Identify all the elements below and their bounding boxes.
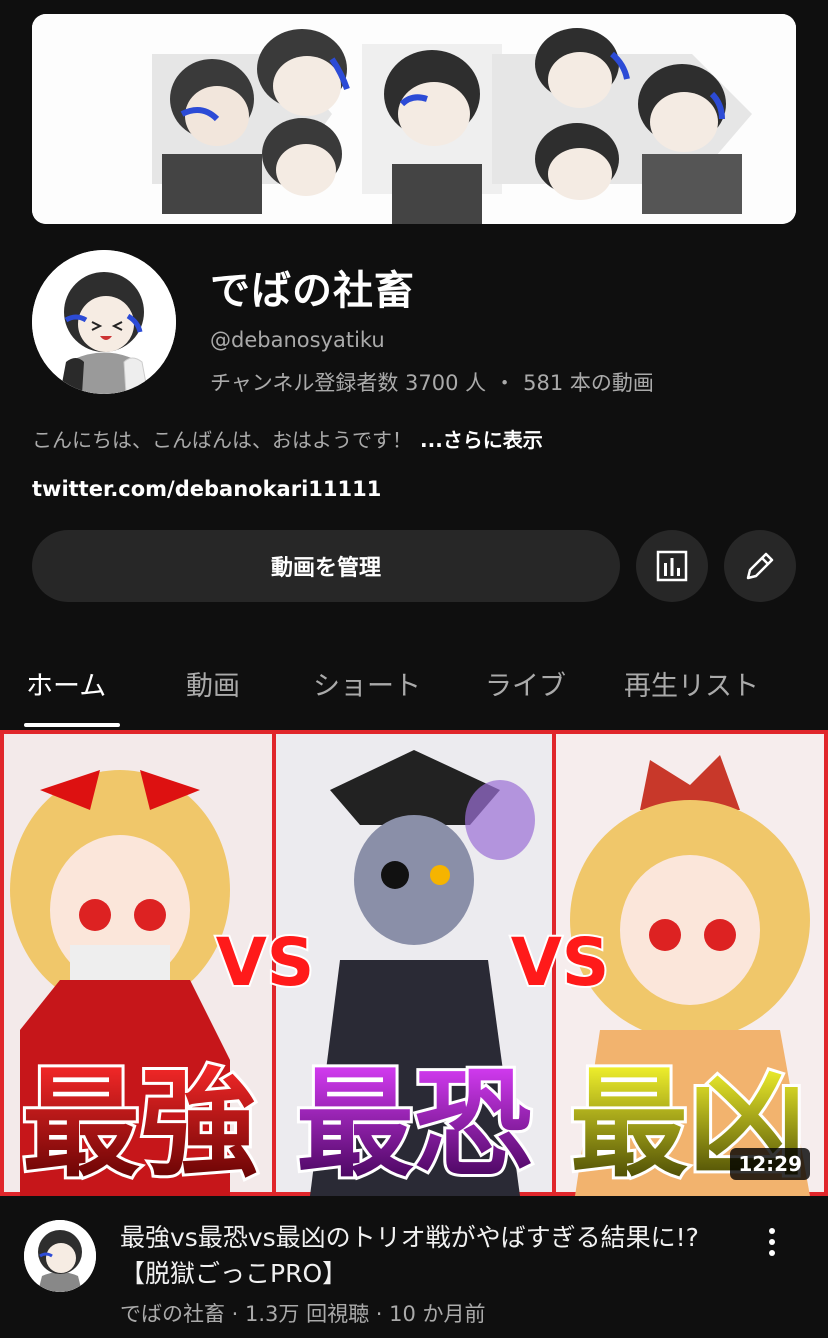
analytics-button[interactable]: [636, 530, 708, 602]
tab-home[interactable]: ホーム: [26, 664, 106, 703]
channel-handle: @debanosyatiku: [210, 328, 385, 352]
description-text: こんにちは、こんばんは、おはようです！: [32, 428, 412, 452]
more-vert-icon: [769, 1228, 775, 1256]
video-options-button[interactable]: [752, 1222, 792, 1262]
pencil-icon: [746, 552, 774, 580]
thumb-word-strongest: 最強: [22, 1055, 258, 1193]
edit-channel-button[interactable]: [724, 530, 796, 602]
video-meta: でばの社畜 · 1.3万 回視聴 · 10 か月前: [120, 1302, 486, 1326]
bar-chart-icon: [656, 550, 688, 582]
stats-separator: ・: [494, 371, 516, 395]
video-count: 581 本の動画: [523, 371, 654, 395]
tab-playlists[interactable]: 再生リスト: [624, 664, 759, 703]
tab-live[interactable]: ライブ: [485, 664, 566, 703]
channel-description[interactable]: こんにちは、こんばんは、おはようです！ ...さらに表示: [32, 424, 543, 453]
vs-right-text: VS: [511, 924, 610, 1001]
vs-left-text: VS: [216, 924, 315, 1001]
active-tab-indicator: [24, 723, 120, 727]
channel-tabs: ホーム 動画 ショート ライブ 再生リスト: [0, 640, 828, 728]
channel-banner: [32, 14, 796, 224]
channel-name: でばの社畜: [210, 268, 415, 314]
channel-link[interactable]: twitter.com/debanokari11111: [32, 477, 381, 501]
channel-avatar[interactable]: [32, 250, 176, 394]
show-more-link[interactable]: ...さらに表示: [420, 428, 543, 452]
tab-shorts[interactable]: ショート: [313, 664, 421, 703]
manage-videos-button[interactable]: 動画を管理: [32, 530, 620, 602]
subscriber-count: チャンネル登録者数 3700 人: [210, 371, 487, 395]
channel-stats: チャンネル登録者数 3700 人・ 581 本の動画: [210, 367, 654, 397]
video-channel-avatar[interactable]: [24, 1220, 96, 1292]
thumb-word-scariest: 最恐: [296, 1055, 532, 1193]
video-title[interactable]: 最強vs最恐vs最凶のトリオ戦がやばすぎる結果に!?【脱獄ごっこPRO】: [120, 1220, 740, 1292]
video-duration: 12:29: [730, 1148, 810, 1180]
video-thumbnail[interactable]: VS VS 最強 最恐 最凶 12:29: [0, 730, 828, 1196]
tab-videos[interactable]: 動画: [186, 664, 240, 703]
